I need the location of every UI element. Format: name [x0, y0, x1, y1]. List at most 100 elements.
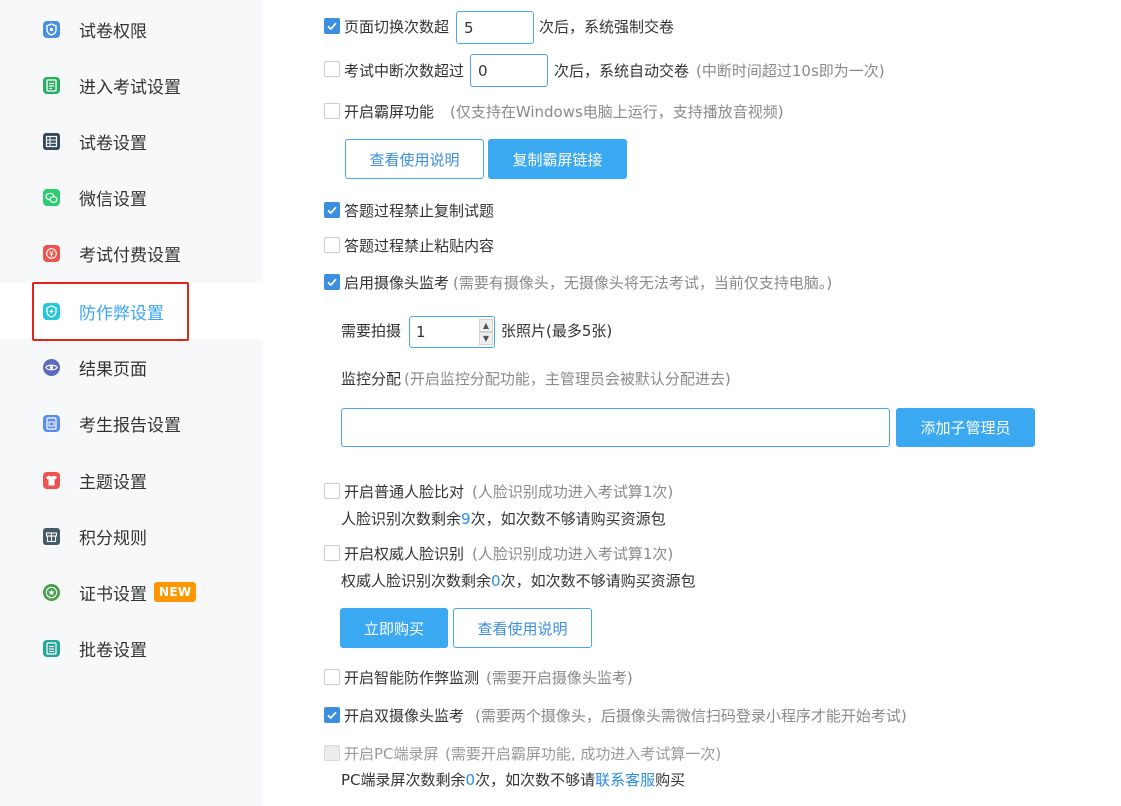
face-normal-remaining: 人脸识别次数剩余9次，如次数不够请购买资源包	[341, 509, 666, 529]
shirt-icon	[42, 471, 61, 490]
sidebar-item-exam-payment[interactable]: 考试付费设置	[0, 225, 263, 281]
sidebar-item-paper-settings[interactable]: 试卷设置	[0, 113, 263, 169]
dual-camera-hint: (需要两个摄像头，后摄像头需微信扫码登录小程序才能开始考试)	[475, 707, 907, 725]
sidebar-item-label: 主题设置	[79, 472, 147, 493]
check-icon	[327, 206, 337, 215]
remaining-count: 9	[461, 510, 471, 528]
face-auth-hint: (人脸识别成功进入考试算1次)	[472, 545, 674, 563]
smart-detect-checkbox[interactable]	[324, 669, 340, 685]
lockscreen-guide-button[interactable]: 查看使用说明	[345, 139, 484, 179]
sidebar-item-label: 微信设置	[79, 189, 147, 210]
remaining-suffix: 购买	[655, 771, 686, 789]
face-normal-checkbox[interactable]	[324, 483, 340, 499]
sidebar-item-anti-cheat[interactable]: 防作弊设置	[0, 283, 263, 339]
interrupt-checkbox[interactable]	[324, 61, 340, 77]
yen-coin-icon	[42, 244, 61, 263]
no-copy-label: 答题过程禁止复制试题	[344, 202, 495, 220]
lockscreen-hint: (仅支持在Windows电脑上运行，支持播放音视频)	[450, 103, 784, 121]
smart-detect-hint: (需要开启摄像头监考)	[486, 669, 633, 687]
photos-label: 需要拍摄	[341, 322, 402, 340]
remaining-count: 0	[491, 572, 501, 590]
sidebar-item-certificate[interactable]: 证书设置	[0, 564, 263, 620]
pc-record-label: 开启PC端录屏	[344, 745, 439, 763]
monitor-label: 监控分配	[341, 370, 402, 388]
face-guide-button[interactable]: 查看使用说明	[453, 608, 592, 648]
sidebar-item-label: 试卷设置	[79, 133, 147, 154]
sidebar-item-result-page[interactable]: 结果页面	[0, 339, 263, 395]
contact-support-link[interactable]: 联系客服	[595, 771, 655, 789]
photos-stepper[interactable]: ▲ ▼	[409, 316, 495, 348]
stepper-arrows: ▲ ▼	[479, 319, 493, 345]
sidebar-item-theme[interactable]: 主题设置	[0, 452, 263, 508]
face-auth-remaining: 权威人脸识别次数剩余0次，如次数不够请购买资源包	[341, 571, 696, 591]
camera-hint: (需要有摄像头，无摄像头将无法考试，当前仅支持电脑。)	[453, 274, 833, 292]
sidebar-item-label: 积分规则	[79, 528, 147, 549]
remaining-mid: 次，如次数不够请	[475, 771, 596, 789]
sidebar-item-label: 批卷设置	[79, 640, 147, 661]
face-auth-checkbox[interactable]	[324, 545, 340, 561]
sidebar-item-label: 防作弊设置	[79, 303, 164, 324]
pc-record-checkbox[interactable]	[324, 745, 340, 761]
copy-lockscreen-link-button[interactable]: 复制霸屏链接	[488, 139, 627, 179]
interrupt-hint: (中断时间超过10s即为一次)	[696, 62, 885, 80]
shield-plus-icon	[42, 302, 61, 321]
eye-icon	[42, 358, 61, 377]
wechat-icon	[42, 188, 61, 207]
face-auth-label: 开启权威人脸识别	[344, 545, 465, 563]
sidebar-item-label: 证书设置	[79, 584, 147, 605]
sidebar-item-label: 结果页面	[79, 359, 147, 380]
face-normal-hint: (人脸识别成功进入考试算1次)	[472, 483, 674, 501]
gift-icon	[42, 527, 61, 546]
sidebar-item-label: 考生报告设置	[79, 415, 181, 436]
pc-record-remaining: PC端录屏次数剩余0次，如次数不够请联系客服购买	[341, 770, 685, 790]
lockscreen-checkbox[interactable]	[324, 103, 340, 119]
remaining-suffix: 次，如次数不够请购买资源包	[500, 572, 696, 590]
smart-detect-label: 开启智能防作弊监测	[344, 669, 480, 687]
stepper-up-icon[interactable]: ▲	[479, 319, 493, 332]
remaining-prefix: PC端录屏次数剩余	[341, 771, 466, 789]
page-switch-checkbox[interactable]	[324, 18, 340, 34]
sidebar-item-wechat[interactable]: 微信设置	[0, 169, 263, 225]
anti-cheat-settings-panel: 页面切换次数超 次后，系统强制交卷 考试中断次数超过 次后，系统自动交卷 (中断…	[263, 0, 1121, 806]
sidebar-item-student-report[interactable]: 考生报告设置	[0, 395, 263, 451]
monitor-hint: (开启监控分配功能，主管理员会被默认分配进去)	[404, 370, 731, 388]
photos-count-input[interactable]	[410, 317, 478, 347]
no-copy-checkbox[interactable]	[324, 202, 340, 218]
camera-label: 启用摄像头监考	[344, 274, 450, 292]
sidebar-item-marking[interactable]: 批卷设置	[0, 620, 263, 676]
marking-icon	[42, 639, 61, 658]
dual-camera-label: 开启双摄像头监考	[344, 707, 465, 725]
sidebar-item-label: 试卷权限	[79, 21, 147, 42]
pc-record-hint: (需要开启霸屏功能, 成功进入考试算一次)	[445, 745, 722, 763]
buy-now-button[interactable]: 立即购买	[340, 608, 448, 648]
sidebar: 试卷权限 进入考试设置 试卷设置 微信设置 考试付费设置 防作弊设置 结果页面 …	[0, 0, 263, 806]
remaining-count: 0	[465, 771, 476, 789]
dual-camera-checkbox[interactable]	[324, 707, 340, 723]
sidebar-item-enter-exam[interactable]: 进入考试设置	[0, 57, 263, 113]
certificate-icon	[42, 583, 61, 602]
no-paste-checkbox[interactable]	[324, 237, 340, 253]
lockscreen-label: 开启霸屏功能	[344, 103, 435, 121]
report-icon	[42, 414, 61, 433]
camera-checkbox[interactable]	[324, 274, 340, 290]
document-list-icon	[42, 76, 61, 95]
sidebar-item-label: 进入考试设置	[79, 77, 181, 98]
check-icon	[327, 711, 337, 720]
new-badge: NEW	[154, 582, 197, 602]
check-icon	[327, 278, 337, 287]
interrupt-label: 考试中断次数超过	[344, 62, 465, 80]
interrupt-count-input[interactable]	[470, 54, 548, 87]
stepper-down-icon[interactable]: ▼	[479, 332, 493, 345]
photos-suffix: 张照片(最多5张)	[501, 322, 613, 340]
shield-lock-icon	[42, 20, 61, 39]
page-switch-suffix: 次后，系统强制交卷	[539, 18, 675, 36]
page-switch-count-input[interactable]	[456, 11, 534, 44]
add-sub-admin-button[interactable]: 添加子管理员	[896, 408, 1035, 447]
no-paste-label: 答题过程禁止粘贴内容	[344, 237, 495, 255]
sub-admin-input[interactable]	[341, 408, 890, 447]
sidebar-item-exam-permission[interactable]: 试卷权限	[0, 1, 263, 57]
remaining-suffix: 次，如次数不够请购买资源包	[470, 510, 666, 528]
remaining-prefix: 权威人脸识别次数剩余	[341, 572, 492, 590]
sidebar-item-points-rules[interactable]: 积分规则	[0, 508, 263, 564]
remaining-prefix: 人脸识别次数剩余	[341, 510, 462, 528]
